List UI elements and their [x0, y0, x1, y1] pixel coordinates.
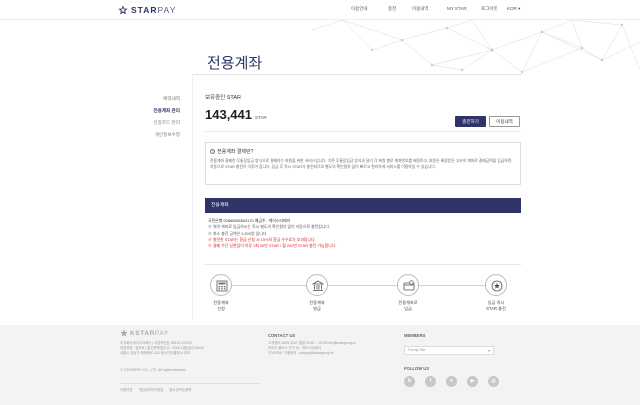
- balance-value: 143,441: [205, 107, 252, 122]
- divider: [120, 383, 260, 384]
- keypad-icon: [216, 280, 228, 292]
- youth-policy-link[interactable]: 청소년보호정책: [169, 388, 191, 392]
- footer-logo: KSTARPAY: [120, 329, 169, 337]
- balance-label: 보유중인 STAR: [205, 95, 242, 101]
- company-info: 주식회사케이스타페이 | 사업자번호 486-87-00942 대표자명 : 김…: [120, 341, 204, 356]
- instagram-icon[interactable]: ◎: [488, 376, 499, 387]
- language-select[interactable]: KOR ▾: [507, 6, 520, 12]
- story-icon[interactable]: ♥: [446, 376, 457, 387]
- sidebar-item-reservations[interactable]: 예약내역: [163, 96, 180, 102]
- copyright: ⓒ KSTARPAY CO., LTD. All rights reserved…: [120, 368, 187, 372]
- history-button[interactable]: 이용내역: [489, 116, 520, 127]
- starpay-logo[interactable]: STARPAY: [118, 5, 176, 15]
- star-coin-icon: [491, 280, 503, 292]
- logo-thin-text: PAY: [157, 5, 177, 15]
- logo-bold-text: STAR: [131, 5, 158, 15]
- language-label: KOR: [507, 6, 517, 11]
- info-body: 전용계좌 결제란 무통장입금 방식으로 결제하는 회원을 위한 서비스입니다. …: [210, 159, 513, 170]
- follow-heading: FOLLOW US: [404, 366, 430, 371]
- divider: [205, 131, 521, 132]
- nav-guide[interactable]: 이용안내: [351, 6, 368, 12]
- footer-links: 이용약관 개인정보처리방침 청소년보호정책: [120, 387, 196, 392]
- account-warning: ※ 결제 수단 상관없이 하루 1회 50만 STAR / 월 200만 STA…: [208, 243, 337, 249]
- sidebar-item-account-management[interactable]: 전용계좌 관리: [153, 108, 180, 114]
- terms-link[interactable]: 이용약관: [120, 388, 132, 392]
- account-details: 국민은행 00869085503170 예금주 : 케이스타페이 ※ 위의 계좌…: [208, 218, 518, 249]
- nav-charge[interactable]: 충전: [388, 6, 396, 12]
- building-icon: [312, 280, 324, 291]
- nav-my-star[interactable]: MY STAR: [447, 6, 467, 11]
- logo-wordmark: STARPAY: [131, 5, 176, 15]
- facebook-icon[interactable]: f: [425, 376, 436, 387]
- privacy-link[interactable]: 개인정보처리방침: [138, 388, 163, 392]
- charge-button[interactable]: 충전하기: [455, 116, 486, 127]
- info-title-text: 전용계좌 결제란?: [217, 149, 254, 155]
- contact-heading: CONTACT US: [268, 333, 296, 338]
- account-section-header: 전용계좌: [205, 198, 521, 213]
- step-label-deposit: 전용계좌로 입금: [398, 300, 418, 311]
- divider: [192, 74, 522, 75]
- family-site-select[interactable]: Family Site ▾: [404, 346, 494, 355]
- footer-logo-thin: PAY: [154, 329, 169, 337]
- steps-connector: [220, 285, 485, 286]
- step-deposit: [397, 274, 419, 296]
- site-footer: [0, 325, 640, 405]
- company-info-line: 서울시 강남구 테헤란로 332 한신인터밸리24 리모: [120, 351, 191, 355]
- step-apply: [210, 274, 232, 296]
- family-site-label: Family Site: [408, 348, 426, 352]
- info-box: ? 전용계좌 결제란? 전용계좌 결제란 무통장입금 방식으로 결제하는 회원을…: [205, 142, 521, 185]
- divider: [205, 264, 521, 265]
- footer-wordmark: KSTARPAY: [130, 330, 169, 337]
- sidebar-divider: [192, 75, 193, 320]
- info-title: ? 전용계좌 결제란?: [210, 148, 253, 155]
- chevron-down-icon: ▾: [518, 6, 521, 11]
- footer-logo-bold: KSTAR: [130, 329, 155, 337]
- step-label-issue: 전용계좌 발급: [309, 300, 325, 311]
- youtube-icon[interactable]: ▶: [467, 376, 478, 387]
- balance-unit: STAR: [255, 115, 267, 120]
- site-header: STARPAY 이용안내 충전 이용내역 MY STAR 로그아웃 KOR ▾: [0, 0, 640, 20]
- nav-logout[interactable]: 로그아웃: [481, 6, 498, 12]
- card-icon: [403, 280, 415, 291]
- step-label-apply: 전용계좌 신청: [213, 300, 229, 311]
- step-label-star-charge: 입금 즉시 STAR 충전: [486, 300, 506, 311]
- contact-info: 고객센터 1899-3337 평일 09:30 ~ 18:30 info@kst…: [268, 341, 356, 356]
- page-title: 전용계좌: [207, 54, 263, 72]
- step-issue: [306, 274, 328, 296]
- chevron-down-icon: ▾: [487, 348, 490, 353]
- blog-icon[interactable]: b: [404, 376, 415, 387]
- nav-history[interactable]: 이용내역: [412, 6, 429, 12]
- step-star-charge: [485, 274, 507, 296]
- star-logo-icon: [120, 329, 128, 337]
- sidebar-item-profile-edit[interactable]: 개인정보수정: [155, 132, 180, 138]
- star-logo-icon: [118, 5, 128, 15]
- sidebar-item-auth-code[interactable]: 인증코드 관리: [153, 120, 180, 126]
- question-icon: ?: [210, 149, 215, 154]
- contact-line: STARPAY 가맹문의 : starpay@kstargroup.tv: [268, 351, 334, 355]
- members-heading: MEMBERS: [404, 333, 426, 338]
